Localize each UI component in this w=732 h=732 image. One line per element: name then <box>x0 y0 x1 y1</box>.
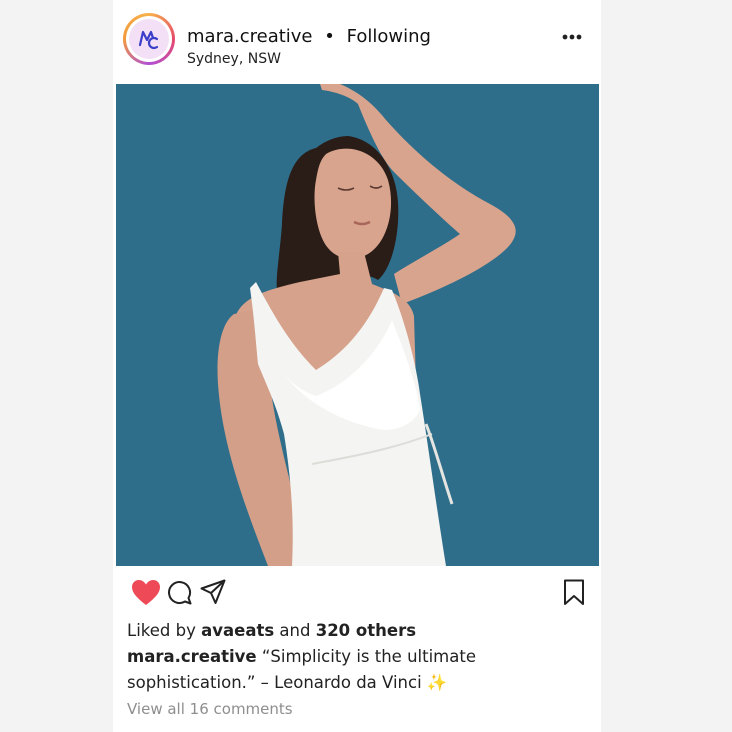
post-header-line: mara.creative • Following <box>187 26 431 47</box>
comment-icon[interactable] <box>167 580 192 605</box>
view-comments-link[interactable]: View all 16 comments <box>127 700 293 718</box>
post-caption: mara.creative “Simplicity is the ultimat… <box>127 644 497 696</box>
avatar[interactable] <box>123 13 175 65</box>
avatar-logo-icon <box>138 30 159 50</box>
post-photo-illustration <box>116 84 599 566</box>
following-button[interactable]: Following <box>347 26 431 47</box>
likes-prefix: Liked by <box>127 621 196 640</box>
heart-icon[interactable] <box>131 579 161 606</box>
liker-username-link[interactable]: avaeats <box>201 621 274 640</box>
location-link[interactable]: Sydney, NSW <box>187 51 281 67</box>
bookmark-icon[interactable] <box>563 579 585 606</box>
likes-count-link[interactable]: 320 others <box>316 621 416 640</box>
username-link[interactable]: mara.creative <box>187 26 313 47</box>
separator-dot: • <box>324 26 335 47</box>
likes-middle: and <box>279 621 311 640</box>
more-options-icon[interactable] <box>561 27 583 47</box>
sparkles-emoji: ✨ <box>426 673 448 692</box>
post-card: mara.creative • Following Sydney, NSW Li… <box>113 0 601 732</box>
share-icon[interactable] <box>200 579 226 605</box>
caption-author-link[interactable]: mara.creative <box>127 647 257 666</box>
post-image[interactable] <box>116 84 599 566</box>
likes-summary: Liked by avaeats and 320 others <box>127 621 416 640</box>
